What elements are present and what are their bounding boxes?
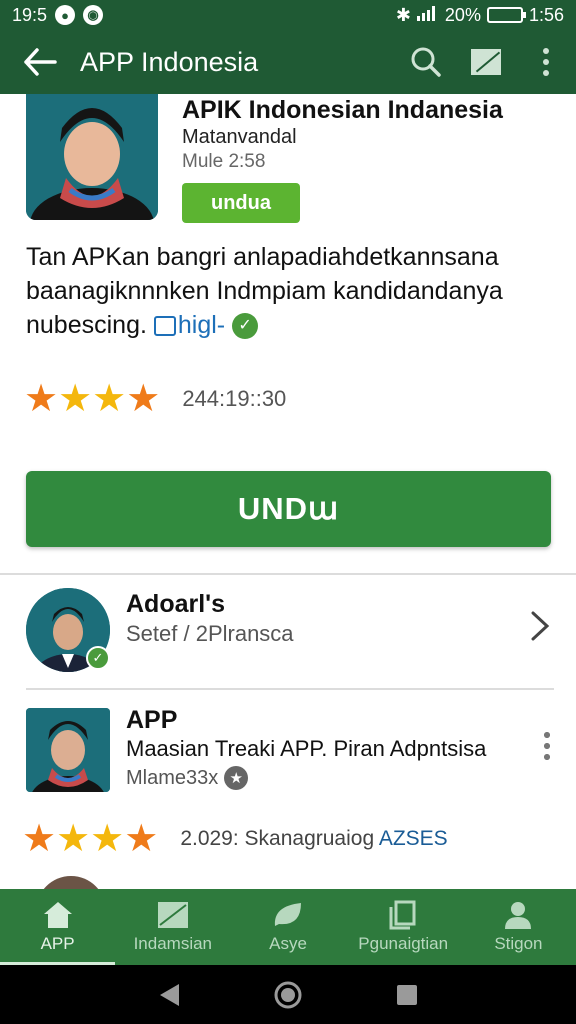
list-item-meta: Mlame33x ★ bbox=[126, 766, 249, 790]
category-icon bbox=[156, 900, 190, 930]
nav-item-indamsian[interactable]: Indamsian bbox=[115, 889, 230, 965]
star-icon: ★ bbox=[56, 818, 91, 860]
system-home-button[interactable] bbox=[268, 975, 308, 1015]
divider bbox=[0, 573, 576, 575]
description-link[interactable]: higl- bbox=[178, 311, 225, 339]
description-text: Tan APKan bangri anlapadiahdetkannsana b… bbox=[26, 243, 503, 339]
featured-rating: ★ ★ ★ ★ 244:19::30 bbox=[24, 380, 286, 418]
star-icon: ★ bbox=[126, 378, 161, 420]
app-icon[interactable] bbox=[26, 708, 110, 792]
notification-icon: ● bbox=[55, 5, 76, 25]
list-item-subtitle: Setef / 2Plransca bbox=[126, 621, 294, 646]
status-clock: 1:56 bbox=[528, 4, 564, 25]
star-icon: ★ bbox=[92, 378, 127, 420]
nav-label: Stigon bbox=[494, 934, 543, 953]
featured-app-meta: Mule 2:58 bbox=[182, 151, 266, 172]
chevron-right-icon[interactable] bbox=[530, 610, 550, 642]
list-item-rating: ★ ★ ★ ★ 2.029: Skanagruaiog AZSES bbox=[22, 820, 448, 858]
back-button[interactable] bbox=[0, 30, 80, 94]
nav-item-pgunaigtian[interactable]: Pgunaigtian bbox=[346, 889, 461, 965]
nav-item-asye[interactable]: Asye bbox=[230, 889, 345, 965]
download-button[interactable]: UNDա bbox=[26, 471, 551, 547]
nav-item-app[interactable]: APP bbox=[0, 889, 116, 965]
nav-label: Asye bbox=[269, 934, 307, 953]
list-item-description: Maasian Treaki APP. Piran Adpntsisa bbox=[126, 736, 487, 761]
overflow-menu-button[interactable] bbox=[516, 30, 576, 94]
battery-icon bbox=[486, 7, 526, 23]
featured-app-developer[interactable]: Matanvandal bbox=[182, 126, 297, 149]
list-item-title[interactable]: APP bbox=[126, 706, 177, 735]
featured-app-icon[interactable] bbox=[26, 94, 158, 220]
star-icon: ★ bbox=[22, 818, 57, 860]
nav-label: Pgunaigtian bbox=[358, 934, 449, 953]
more-vert-icon[interactable] bbox=[544, 732, 550, 760]
app-bar: APP Indonesia bbox=[0, 30, 576, 94]
star-icon: ★ bbox=[24, 378, 59, 420]
calendar-icon bbox=[153, 316, 176, 337]
person-icon bbox=[501, 900, 535, 930]
edit-button[interactable] bbox=[456, 30, 516, 94]
list-item-title[interactable]: Adoarl's bbox=[126, 590, 225, 619]
triangle-back-icon bbox=[160, 983, 180, 1006]
list-item-meta-text: Mlame33x bbox=[126, 766, 219, 789]
divider bbox=[26, 688, 554, 690]
battery-percent: 20% bbox=[444, 4, 481, 25]
verified-badge-icon: ✓ bbox=[86, 646, 110, 670]
status-bar: 19:5 ● ◉ ✱ 20% 1:56 bbox=[0, 0, 576, 30]
bluetooth-icon: ✱ bbox=[395, 4, 411, 25]
leaf-icon bbox=[271, 900, 305, 930]
system-back-button[interactable] bbox=[149, 975, 189, 1015]
featured-app-title[interactable]: APIK Indonesian Indanesia bbox=[182, 96, 503, 125]
featured-rating-text: 244:19::30 bbox=[182, 386, 287, 411]
rating-text: 2.029: Skanagruaiog bbox=[180, 827, 375, 850]
edit-icon bbox=[471, 49, 501, 75]
nav-item-stigon[interactable]: Stigon bbox=[461, 889, 576, 965]
library-icon bbox=[386, 900, 420, 930]
circle-home-icon bbox=[274, 981, 302, 1008]
nav-label: APP bbox=[40, 934, 75, 953]
search-icon bbox=[411, 47, 441, 77]
back-arrow-icon bbox=[24, 48, 57, 76]
page-title: APP Indonesia bbox=[80, 46, 259, 77]
bottom-navigation: APP Indamsian Asye Pgunaigtian Stigon bbox=[0, 889, 576, 965]
notification-icon-2: ◉ bbox=[83, 5, 104, 25]
featured-description: Tan APKan bangri anlapadiahdetkannsana b… bbox=[26, 240, 556, 342]
list-item-rating-text: 2.029: Skanagruaiog AZSES bbox=[180, 827, 447, 851]
featured-download-small-button[interactable]: undua bbox=[182, 183, 300, 223]
search-button[interactable] bbox=[396, 30, 456, 94]
system-navigation-bar bbox=[0, 965, 576, 1024]
square-recents-icon bbox=[396, 984, 417, 1005]
home-icon bbox=[41, 900, 75, 930]
check-circle-icon: ✓ bbox=[232, 313, 259, 340]
star-badge-icon: ★ bbox=[224, 766, 249, 790]
more-vert-icon bbox=[543, 48, 549, 76]
signal-icon bbox=[416, 5, 439, 26]
rating-accent-text[interactable]: AZSES bbox=[379, 827, 448, 850]
status-time: 19:5 bbox=[12, 4, 48, 25]
system-recents-button[interactable] bbox=[387, 975, 427, 1015]
star-icon: ★ bbox=[90, 818, 125, 860]
nav-label: Indamsian bbox=[133, 934, 213, 953]
star-icon: ★ bbox=[124, 818, 159, 860]
star-icon: ★ bbox=[58, 378, 93, 420]
